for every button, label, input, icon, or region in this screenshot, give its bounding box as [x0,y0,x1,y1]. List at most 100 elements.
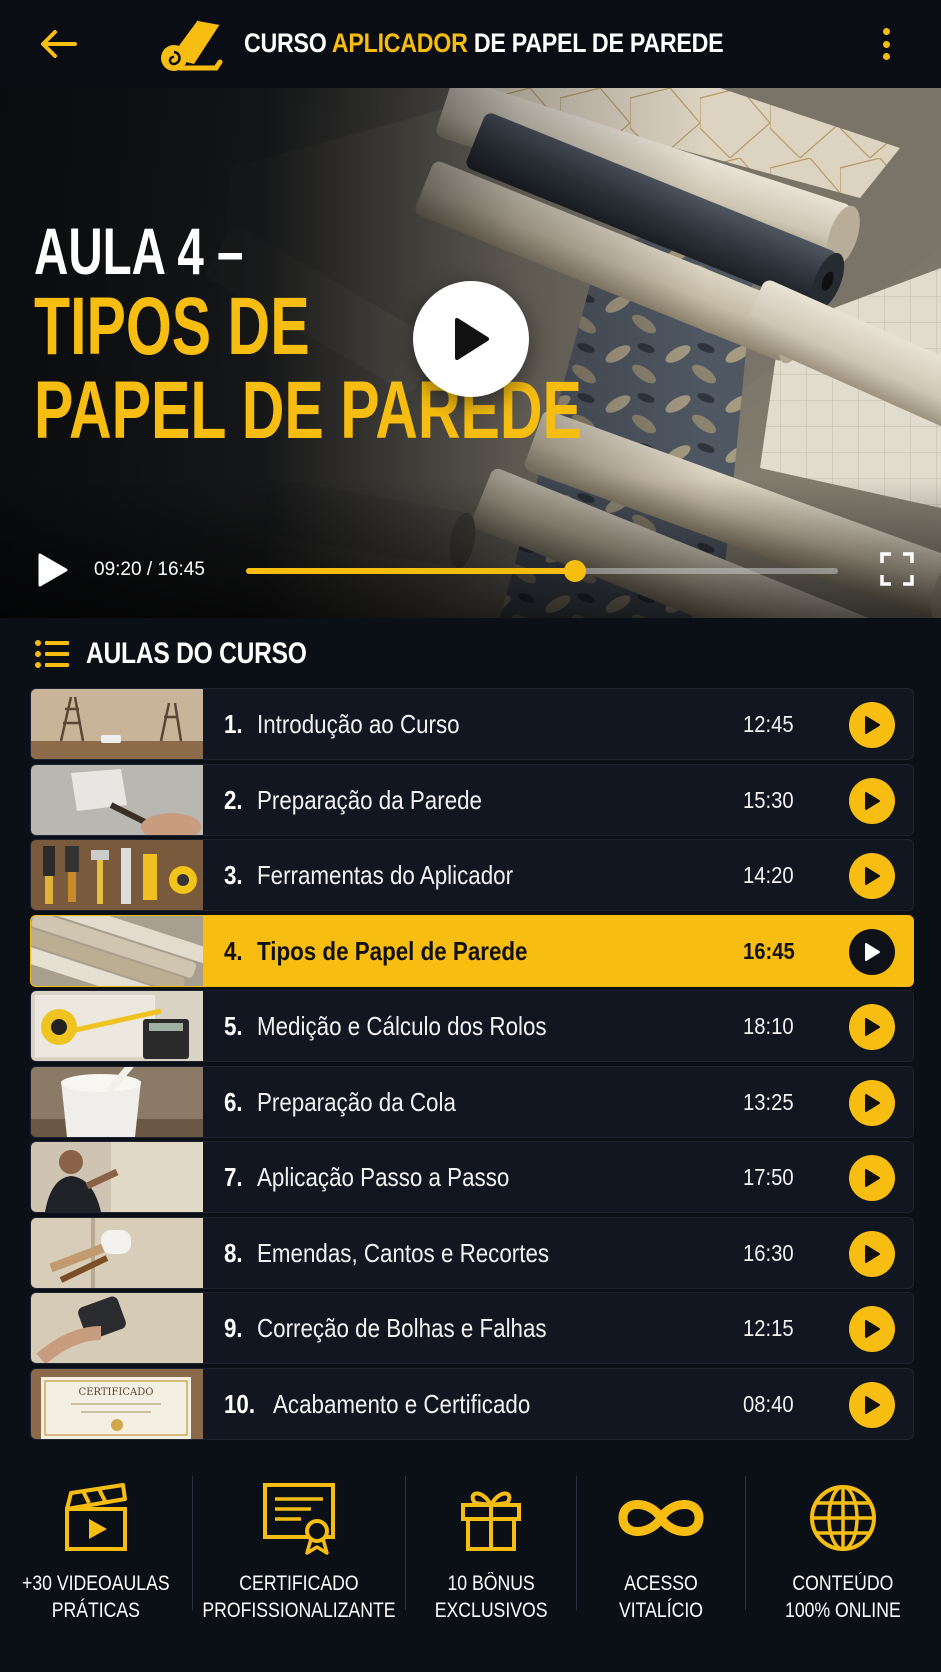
lesson-number: 2. [224,784,243,815]
lesson-thumbnail-measuring [31,991,203,1061]
play-icon [865,791,880,810]
lesson-play-button[interactable] [849,1230,895,1277]
lesson-row-3[interactable]: 3. Ferramentas do Aplicador 14:20 [30,839,914,911]
lesson-row-6[interactable]: 6. Preparação da Cola 13:25 [30,1065,914,1138]
lesson-thumbnail-bubbles [31,1293,203,1363]
dot-1 [882,28,890,35]
lessons-section-header: AULAS DO CURSO [34,634,355,674]
lesson-row-7[interactable]: 7. Aplicação Passo a Passo 17:50 [30,1141,914,1213]
feature-acesso: ACESSO VITALÍCIO [577,1470,745,1630]
lesson-number: 3. [224,860,243,890]
lesson-row-4-active[interactable]: 4. Tipos de Papel de Parede 16:45 [30,914,914,987]
gift-icon [461,1491,521,1551]
lesson-title: Preparação da Cola [257,1086,456,1117]
lesson-duration: 12:45 [743,711,794,737]
feature-line-1: CONTEÚDO [792,1572,894,1595]
feature-certificado: CERTIFICADO PROFISSIONALIZANTE [193,1470,405,1630]
play-icon [865,867,880,885]
lesson-play-button[interactable] [849,702,895,748]
feature-bonus: 10 BÔNUS EXCLUSIVOS [406,1470,576,1630]
lesson-row-5[interactable]: 5. Medição e Cálculo dos Rolos 18:10 [30,990,914,1062]
lesson-title: Acabamento e Certificado [273,1388,531,1419]
lesson-title: Medição e Cálculo dos Rolos [257,1011,547,1041]
lesson-play-button[interactable] [849,1004,895,1050]
title-accent: APLICADOR [331,28,468,58]
feature-line-1: CERTIFICADO [239,1572,359,1595]
lesson-row-8[interactable]: 8. Emendas, Cantos e Recortes 16:30 [30,1216,914,1289]
play-icon [38,553,68,587]
feature-line-1: +30 VIDEOAULAS [22,1572,170,1595]
lesson-number: 6. [224,1086,243,1117]
lesson-row-2[interactable]: 2. Preparação da Parede 15:30 [30,763,914,836]
lesson-thumbnail-seams [31,1217,203,1288]
feature-line-2: 100% ONLINE [785,1599,901,1622]
title-part-2: DE PAPEL DE PAREDE [467,28,724,58]
list-icon [35,640,69,668]
certificate-text: CERTIFICADO [79,1387,154,1398]
progress-fill [246,568,576,574]
video-time: 09:20 / 16:45 [94,559,205,580]
feature-line-1: 10 BÔNUS [447,1572,535,1595]
feature-line-1: ACESSO [624,1572,698,1595]
lesson-thumbnail-wallpaper-types [31,915,203,986]
lesson-play-button[interactable] [849,853,895,899]
play-icon [865,1018,880,1036]
clapperboard-icon [65,1483,127,1551]
feature-line-2: EXCLUSIVOS [434,1599,548,1622]
lesson-row-1[interactable]: 1. Introdução ao Curso 12:45 [30,688,914,760]
course-features-bar: +30 VIDEOAULAS PRÁTICAS CERTIFICADO PROF… [0,1470,941,1630]
fullscreen-button[interactable] [880,552,914,586]
control-play-button[interactable] [36,552,70,588]
lesson-list: 1. Introdução ao Curso 12:45 2. Preparaç… [30,688,914,1443]
play-icon [865,942,880,961]
lesson-row-10[interactable]: CERTIFICADO 10. Acabamento e Certificado… [30,1367,914,1440]
video-player[interactable]: AULA 4 – TIPOS DE PAPEL DE PAREDE 09:20 … [0,88,941,618]
progress-scrubber[interactable] [564,560,587,582]
dot-3 [882,53,890,60]
lesson-play-button[interactable] [849,1079,895,1126]
feature-videoaulas: +30 VIDEOAULAS PRÁTICAS [0,1470,192,1630]
lesson-play-button[interactable] [849,1155,895,1201]
lesson-duration: 13:25 [743,1088,794,1115]
lesson-title: Tipos de Papel de Parede [257,935,528,966]
lesson-play-button[interactable] [849,777,895,824]
lesson-thumbnail-certificate: CERTIFICADO [31,1368,203,1439]
lesson-number: 10. [224,1388,256,1419]
page-title: CURSO APLICADOR DE PAPEL DE PAREDE [244,28,724,59]
lesson-thumbnail-application [31,1142,203,1212]
play-icon [865,1093,880,1112]
feature-online: CONTEÚDO 100% ONLINE [746,1470,940,1630]
feature-line-2: PRÁTICAS [51,1599,141,1622]
video-progress-bar[interactable] [246,560,838,582]
play-icon [865,1320,880,1338]
lesson-number: 9. [224,1313,243,1343]
feature-line-2: VITALÍCIO [619,1599,703,1622]
more-options-button[interactable] [871,24,901,64]
lesson-play-button[interactable] [849,1306,895,1352]
infinity-icon [618,1500,704,1536]
dot-2 [882,40,890,48]
section-title: AULAS DO CURSO [86,637,307,670]
lesson-duration: 16:45 [743,937,795,964]
app-header: CURSO APLICADOR DE PAPEL DE PAREDE [0,0,941,88]
lesson-number: 8. [224,1237,243,1268]
heading-line-1: AULA 4 – [34,214,244,288]
lesson-thumbnail-empty-room [31,689,203,759]
lesson-play-button[interactable] [849,1381,895,1428]
back-button[interactable] [36,24,80,64]
lesson-title: Aplicação Passo a Passo [257,1162,510,1192]
lesson-duration: 12:15 [743,1315,794,1341]
play-icon [455,318,489,360]
lesson-title: Preparação da Parede [257,784,482,815]
play-icon [865,1395,880,1414]
fullscreen-icon [880,552,914,586]
lesson-row-9[interactable]: 9. Correção de Bolhas e Falhas 12:15 [30,1292,914,1364]
lesson-play-button[interactable] [849,928,895,975]
lesson-title: Ferramentas do Aplicador [257,860,514,890]
lesson-title: Emendas, Cantos e Recortes [257,1237,550,1268]
lesson-duration: 17:50 [743,1164,794,1190]
lesson-duration: 14:20 [743,862,794,888]
lesson-number: 5. [224,1011,243,1041]
certificate-icon [263,1483,335,1555]
center-play-button[interactable] [413,281,529,397]
